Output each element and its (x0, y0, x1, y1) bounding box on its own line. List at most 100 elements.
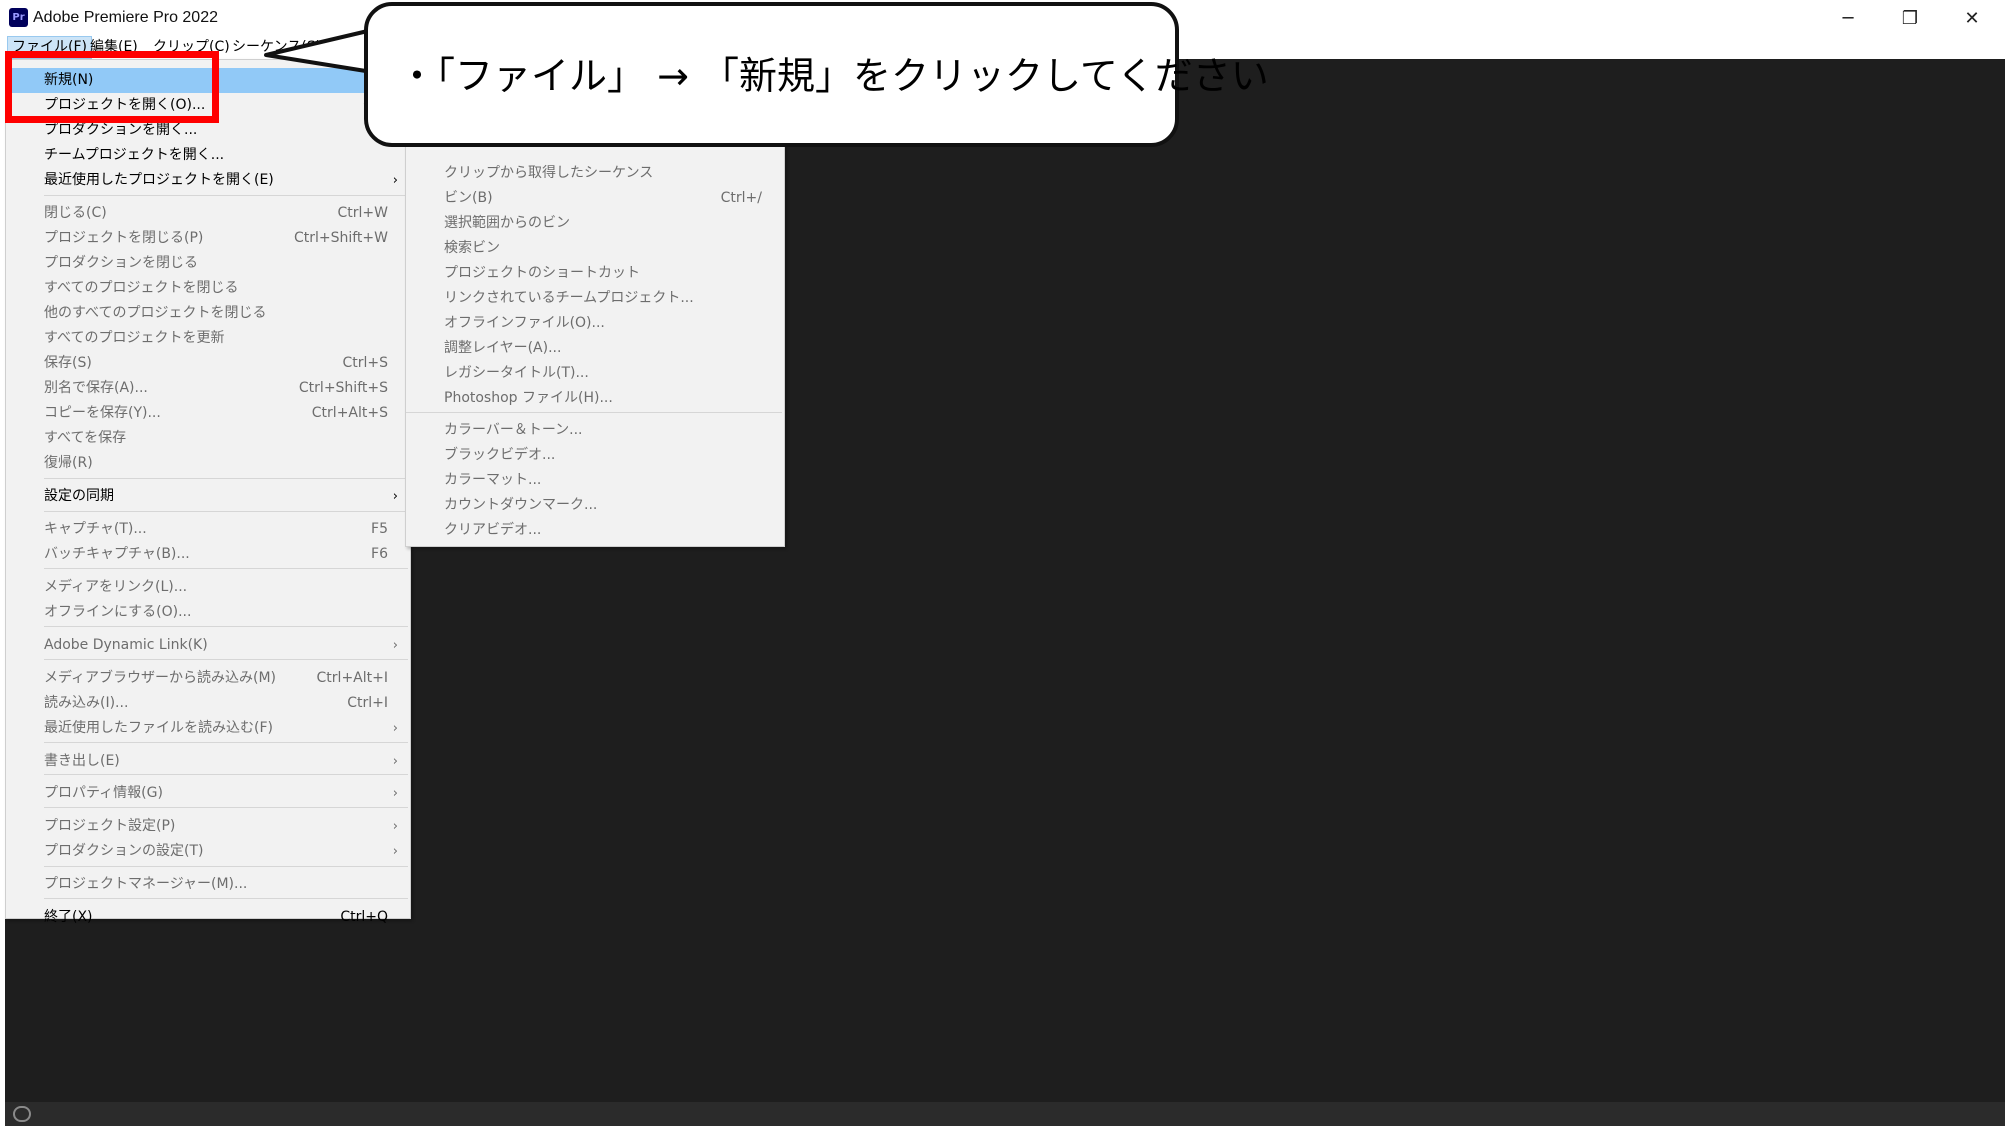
new-submenu-item-black-video[interactable]: ブラックビデオ... (406, 443, 784, 468)
file-menu-item-close-all-projects[interactable]: すべてのプロジェクトを閉じる (6, 276, 410, 301)
new-submenu-item-photoshop-file[interactable]: Photoshop ファイル(H)... (406, 386, 784, 411)
menu-item-label: ブラックビデオ... (444, 447, 556, 463)
file-menu: 新規(N)プロジェクトを開く(O)...Ctrlプロダクションを開く...チーム… (5, 59, 411, 925)
file-menu-item-save-copy[interactable]: コピーを保存(Y)... Ctrl+Alt+S (6, 401, 410, 426)
menu-separator (44, 659, 408, 660)
menu-item-label: キャプチャ(T)... (44, 521, 147, 537)
menu-item-shortcut: Ctrl+Alt+S (311, 405, 388, 421)
new-submenu-item-project-shortcut[interactable]: プロジェクトのショートカット (406, 261, 784, 286)
menu-item-label: 終了(X) (44, 909, 93, 925)
menu-item-label: レガシータイトル(T)... (444, 365, 589, 381)
menu-item-label: コピーを保存(Y)... (44, 405, 161, 421)
menu-item-label: クリアビデオ... (444, 522, 542, 538)
menu-item-label: 設定の同期 (44, 488, 114, 504)
chevron-right-icon: › (392, 786, 398, 801)
menu-item-shortcut: Ctrl+I (347, 695, 388, 711)
new-submenu: シーケンス(S)...Ctrl+Nクリップから取得したシーケンスビン(B)Ctr… (405, 103, 785, 547)
file-menu-item-save-all[interactable]: すべてを保存 (6, 426, 410, 451)
menu-item-label: カウントダウンマーク... (444, 497, 598, 513)
menu-item-label: ビン(B) (444, 190, 493, 206)
menu-separator (44, 807, 408, 808)
new-submenu-item-bin-from-selection[interactable]: 選択範囲からのビン (406, 211, 784, 236)
menu-item-label: クリップから取得したシーケンス (444, 165, 654, 181)
menu-item-label: すべてのプロジェクトを閉じる (44, 280, 239, 296)
menu-item-shortcut: Ctrl+S (342, 355, 388, 371)
file-menu-item-close-production[interactable]: プロダクションを閉じる (6, 251, 410, 276)
file-menu-item-sync-settings[interactable]: 設定の同期 › (6, 484, 410, 509)
file-menu-item-production-settings[interactable]: プロダクションの設定(T) › (6, 839, 410, 864)
menu-separator (44, 626, 408, 627)
chevron-right-icon: › (392, 819, 398, 834)
menu-item-label: 別名で保存(A)... (44, 380, 148, 396)
menu-item-label: プロジェクトマネージャー(M)... (44, 876, 248, 892)
new-submenu-item-linked-team-project[interactable]: リンクされているチームプロジェクト... (406, 286, 784, 311)
menu-item-shortcut: Ctrl+Shift+W (293, 230, 388, 246)
new-submenu-item-transparent-video[interactable]: クリアビデオ... (406, 518, 784, 543)
new-submenu-item-color-matte[interactable]: カラーマット... (406, 468, 784, 493)
menu-item-shortcut: F5 (371, 521, 388, 537)
menu-item-label: 最近使用したプロジェクトを開く(E) (44, 172, 274, 188)
menu-separator (44, 866, 408, 867)
file-menu-item-link-media[interactable]: メディアをリンク(L)... (6, 575, 410, 600)
menu-item-label: すべてを保存 (44, 430, 127, 446)
new-submenu-item-sequence-from-clip[interactable]: クリップから取得したシーケンス (406, 161, 784, 186)
file-menu-item-project-settings[interactable]: プロジェクト設定(P) › (6, 814, 410, 839)
file-menu-item-import[interactable]: 読み込み(I)... Ctrl+I (6, 691, 410, 716)
file-menu-item-import-recent[interactable]: 最近使用したファイルを読み込む(F) › (6, 716, 410, 741)
menu-item-label: Photoshop ファイル(H)... (444, 390, 613, 406)
new-submenu-item-countdown[interactable]: カウントダウンマーク... (406, 493, 784, 518)
new-submenu-item-bin[interactable]: ビン(B) Ctrl+/ (406, 186, 784, 211)
menu-item-label: カラーマット... (444, 472, 542, 488)
file-menu-item-dynamic-link[interactable]: Adobe Dynamic Link(K) › (6, 633, 410, 658)
menu-item-label: プロジェクトのショートカット (444, 265, 640, 281)
menu-item-label: 書き出し(E) (44, 753, 120, 769)
menu-item-label: 他のすべてのプロジェクトを閉じる (44, 305, 267, 321)
menu-item-label: 選択範囲からのビン (444, 215, 570, 231)
menu-separator (44, 478, 408, 479)
file-menu-item-capture[interactable]: キャプチャ(T)... F5 (6, 517, 410, 542)
file-menu-item-close[interactable]: 閉じる(C) Ctrl+W (6, 201, 410, 226)
file-menu-item-project-manager[interactable]: プロジェクトマネージャー(M)... (6, 872, 410, 897)
file-menu-item-save[interactable]: 保存(S) Ctrl+S (6, 351, 410, 376)
file-menu-item-close-other-projects[interactable]: 他のすべてのプロジェクトを閉じる (6, 301, 410, 326)
menu-item-label: プロジェクト設定(P) (44, 818, 176, 834)
file-menu-item-batch-capture[interactable]: バッチキャプチャ(B)... F6 (6, 542, 410, 567)
menu-item-shortcut: Ctrl+Q (340, 909, 388, 925)
new-submenu-item-adjustment-layer[interactable]: 調整レイヤー(A)... (406, 336, 784, 361)
menu-item-label: 読み込み(I)... (44, 695, 129, 711)
new-submenu-item-search-bin[interactable]: 検索ビン (406, 236, 784, 261)
file-menu-item-close-project[interactable]: プロジェクトを閉じる(P) Ctrl+Shift+W (6, 226, 410, 251)
file-menu-item-import-media-browser[interactable]: メディアブラウザーから読み込み(M) Ctrl+Alt+I (6, 666, 410, 691)
menu-item-shortcut: Ctrl+Shift+S (298, 380, 388, 396)
new-submenu-item-legacy-title[interactable]: レガシータイトル(T)... (406, 361, 784, 386)
file-menu-item-exit[interactable]: 終了(X) Ctrl+Q (6, 905, 410, 930)
menu-item-label: プロダクションを閉じる (44, 255, 198, 271)
file-menu-item-properties[interactable]: プロパティ情報(G) › (6, 781, 410, 806)
new-submenu-item-offline-file[interactable]: オフラインファイル(O)... (406, 311, 784, 336)
file-menu-item-revert[interactable]: 復帰(R) (6, 451, 410, 476)
instruction-callout: ・「ファイル」 → 「新規」をクリックしてください (364, 2, 1269, 147)
menu-item-label: すべてのプロジェクトを更新 (44, 330, 225, 346)
status-bar (5, 1102, 2005, 1126)
menu-item-label: 閉じる(C) (44, 205, 107, 221)
menu-item-label: リンクされているチームプロジェクト... (444, 290, 694, 306)
file-menu-item-recent-projects[interactable]: 最近使用したプロジェクトを開く(E) › (6, 168, 410, 193)
file-menu-item-save-as[interactable]: 別名で保存(A)... Ctrl+Shift+S (6, 376, 410, 401)
file-menu-item-refresh-all-projects[interactable]: すべてのプロジェクトを更新 (6, 326, 410, 351)
file-menu-item-export[interactable]: 書き出し(E) › (6, 749, 410, 774)
menu-item-label: 最近使用したファイルを読み込む(F) (44, 720, 273, 736)
menu-separator (406, 412, 782, 413)
menu-item-label: 検索ビン (444, 240, 500, 256)
menu-separator (44, 898, 408, 899)
menu-item-label: 保存(S) (44, 355, 92, 371)
chevron-right-icon: › (392, 173, 398, 188)
menu-item-label: プロジェクトを閉じる(P) (44, 230, 204, 246)
creative-cloud-icon[interactable] (13, 1106, 31, 1122)
new-submenu-item-bars-and-tone[interactable]: カラーバー＆トーン... (406, 418, 784, 443)
file-menu-item-make-offline[interactable]: オフラインにする(O)... (6, 600, 410, 625)
menu-item-label: Adobe Dynamic Link(K) (44, 637, 208, 653)
chevron-right-icon: › (392, 844, 398, 859)
chevron-right-icon: › (392, 489, 398, 504)
menu-item-label: オフラインファイル(O)... (444, 315, 605, 331)
menu-item-shortcut: Ctrl+Alt+I (316, 670, 388, 686)
